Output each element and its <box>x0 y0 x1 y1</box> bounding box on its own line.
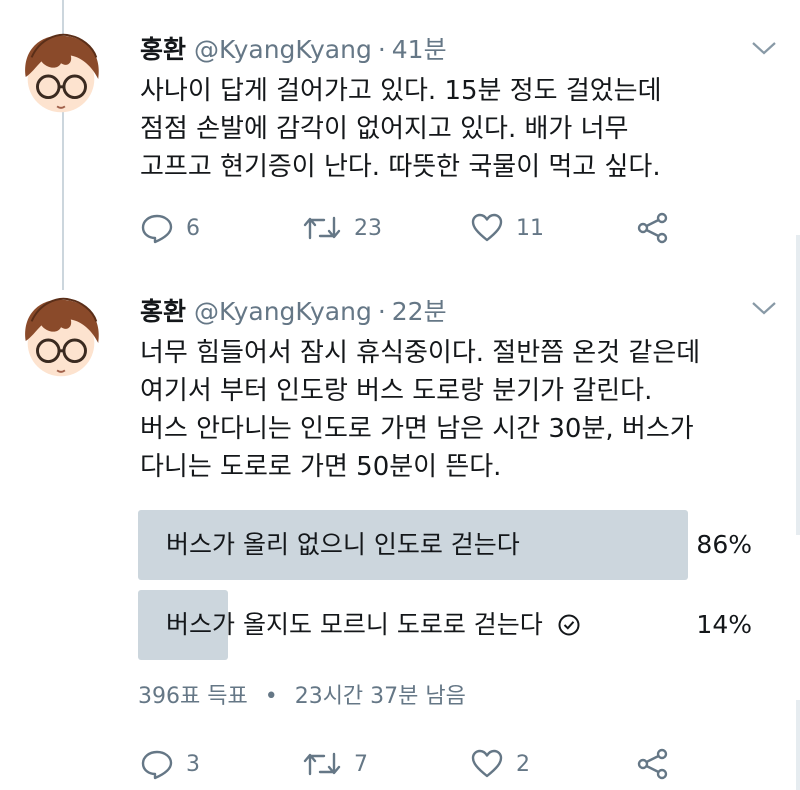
like-count: 11 <box>516 215 544 241</box>
retweet-count: 23 <box>354 215 382 241</box>
tweet-text-line: 여기서 부터 인도랑 버스 도로랑 분기가 갈린다. <box>140 376 653 406</box>
poll: 버스가 올리 없으니 인도로 걷는다 86% 버스가 올지도 모르니 도로로 걷… <box>138 510 778 660</box>
user-handle[interactable]: @KyangKyang <box>194 297 372 326</box>
tweet-actions: 6 23 11 <box>140 212 700 246</box>
chevron-down-icon[interactable] <box>750 298 778 318</box>
tweet-text-line: 점점 손발에 감각이 없어지고 있다. 배가 너무 <box>140 114 629 144</box>
scrollbar-track-lower <box>796 700 800 790</box>
poll-option-text: 버스가 올리 없으니 인도로 걷는다 <box>166 530 520 559</box>
tweet-text-line: 버스 안다니는 인도로 가면 남은 시간 30분, 버스가 <box>140 414 694 444</box>
poll-vote-count: 396표 득표 <box>138 684 248 709</box>
separator-dot: · <box>377 297 386 326</box>
like-button[interactable]: 11 <box>470 212 544 244</box>
display-name[interactable]: 홍환 <box>140 292 186 328</box>
poll-meta: 396표 득표 • 23시간 37분 남음 <box>138 678 466 710</box>
reply-icon <box>141 750 173 780</box>
retweet-button[interactable]: 23 <box>302 212 382 244</box>
retweet-icon <box>303 752 341 776</box>
tweet-actions: 3 7 2 <box>140 748 700 782</box>
poll-option-text: 버스가 올지도 모르니 도로로 걷는다 <box>166 610 543 639</box>
heart-icon <box>471 213 503 242</box>
retweet-icon <box>303 216 341 240</box>
retweet-count: 7 <box>354 751 368 777</box>
poll-option-1[interactable]: 버스가 올리 없으니 인도로 걷는다 86% <box>138 510 778 580</box>
scrollbar-track <box>796 235 800 535</box>
like-button[interactable]: 2 <box>470 748 530 780</box>
reply-button[interactable]: 3 <box>140 748 200 780</box>
tweet-text-line: 사나이 답게 걸어가고 있다. 15분 정도 걸었는데 <box>140 76 662 106</box>
reply-count: 3 <box>186 751 200 777</box>
chevron-down-icon[interactable] <box>750 38 778 58</box>
tweet-text: 사나이 답게 걸어가고 있다. 15분 정도 걸었는데 점점 손발에 감각이 없… <box>140 72 790 186</box>
tweet-header: 홍환 @KyangKyang · 41분 <box>140 30 447 66</box>
heart-icon <box>471 749 503 778</box>
reply-count: 6 <box>186 215 200 241</box>
timestamp[interactable]: 22분 <box>392 292 447 328</box>
separator-dot: · <box>377 35 386 64</box>
tweet-header: 홍환 @KyangKyang · 22분 <box>140 292 447 328</box>
poll-option-percent: 14% <box>696 610 752 639</box>
check-circle-icon <box>558 614 580 636</box>
poll-option-label: 버스가 올리 없으니 인도로 걷는다 <box>166 510 520 580</box>
user-handle[interactable]: @KyangKyang <box>194 35 372 64</box>
timestamp[interactable]: 41분 <box>392 30 447 66</box>
retweet-button[interactable]: 7 <box>302 748 368 780</box>
like-count: 2 <box>516 751 530 777</box>
reply-icon <box>141 214 173 244</box>
poll-meta-separator: • <box>264 684 278 709</box>
reply-button[interactable]: 6 <box>140 212 200 244</box>
display-name[interactable]: 홍환 <box>140 30 186 66</box>
avatar[interactable] <box>12 28 110 126</box>
tweet-text: 너무 힘들어서 잠시 휴식중이다. 절반쯤 온것 같은데 여기서 부터 인도랑 … <box>140 334 790 486</box>
tweet-text-line: 다니는 도로로 가면 50분이 뜬다. <box>140 452 502 482</box>
share-icon <box>637 748 668 780</box>
share-button[interactable] <box>636 748 670 780</box>
poll-time-remaining: 23시간 37분 남음 <box>294 684 466 709</box>
share-button[interactable] <box>636 212 670 244</box>
tweet-text-line: 너무 힘들어서 잠시 휴식중이다. 절반쯤 온것 같은데 <box>140 338 701 368</box>
poll-option-2[interactable]: 버스가 올지도 모르니 도로로 걷는다 14% <box>138 590 778 660</box>
share-icon <box>637 212 668 244</box>
poll-option-label: 버스가 올지도 모르니 도로로 걷는다 <box>166 590 581 660</box>
avatar[interactable] <box>12 292 110 390</box>
poll-option-percent: 86% <box>696 530 752 559</box>
tweet-text-line: 고프고 현기증이 난다. 따뜻한 국물이 먹고 싶다. <box>140 152 661 182</box>
